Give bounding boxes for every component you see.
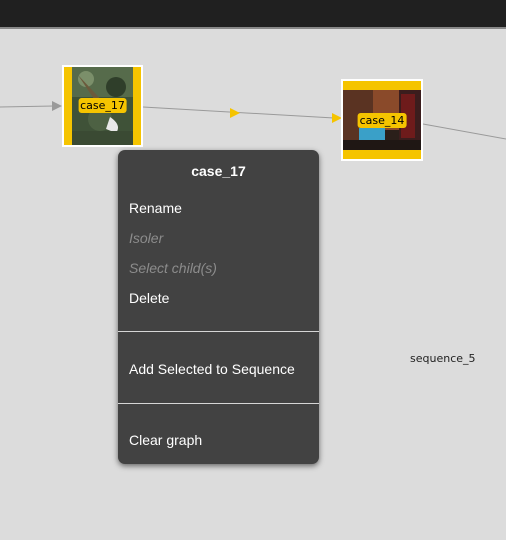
graph-node-case-17[interactable]: case_17 <box>62 65 143 147</box>
sequence-label[interactable]: sequence_5 <box>410 352 476 365</box>
menu-separator <box>118 331 319 332</box>
edge-mid-arrow <box>230 108 240 118</box>
menu-item-isoler: Isoler <box>129 230 164 246</box>
edge-incoming-case-17 <box>0 105 55 108</box>
menu-item-delete[interactable]: Delete <box>129 290 169 306</box>
menu-item-rename[interactable]: Rename <box>129 200 182 216</box>
node-label: case_14 <box>357 113 407 128</box>
context-menu-title: case_17 <box>191 163 246 179</box>
menu-item-add-selected-to-sequence[interactable]: Add Selected to Sequence <box>129 361 295 377</box>
node-label: case_17 <box>78 98 127 113</box>
context-menu: case_17 Rename Isoler Select child(s) De… <box>118 150 319 464</box>
menu-separator <box>118 403 319 404</box>
edge-arrowhead <box>52 101 62 111</box>
graph-node-case-14[interactable]: case_14 <box>341 79 423 161</box>
menu-item-select-children: Select child(s) <box>129 260 217 276</box>
edge-outgoing-case-14 <box>422 123 506 140</box>
menu-item-clear-graph[interactable]: Clear graph <box>129 432 202 448</box>
